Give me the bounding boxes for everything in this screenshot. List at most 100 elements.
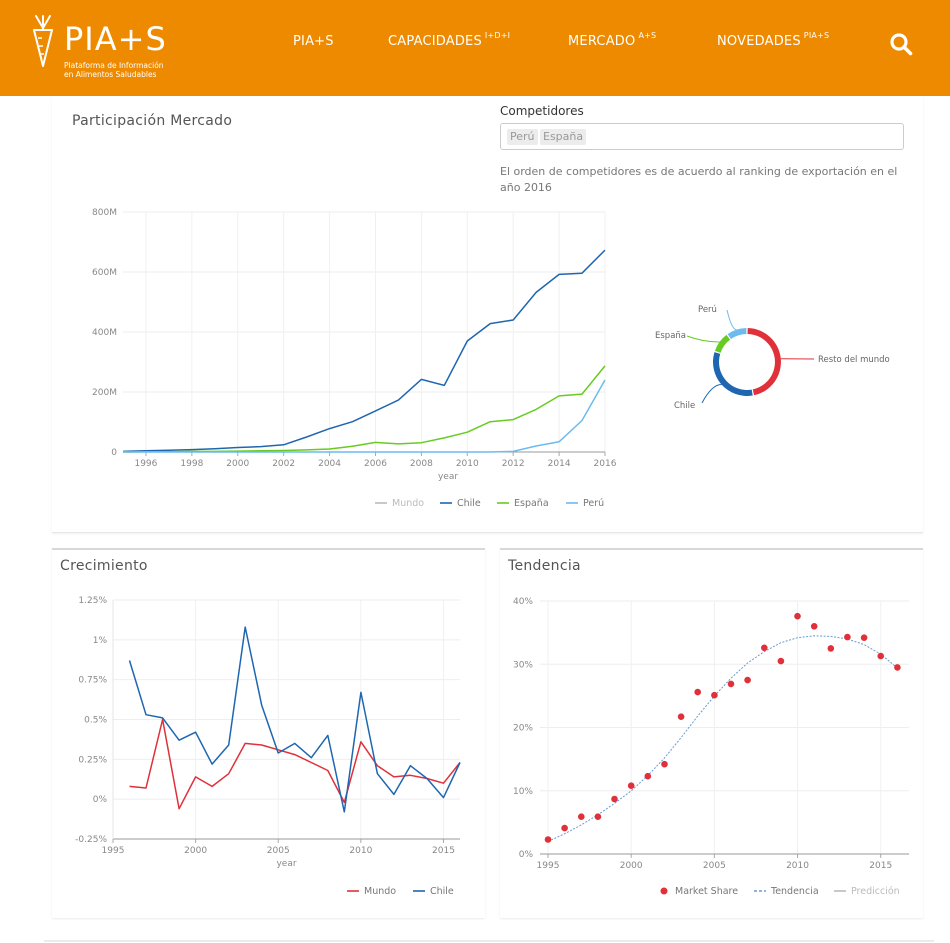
logo-subtitle: Plataforma de Información en Alimentos S… bbox=[64, 61, 194, 79]
market-share-point bbox=[694, 688, 701, 696]
nav-mercado[interactable]: MERCADO A+S bbox=[568, 31, 657, 49]
market-share-point bbox=[844, 633, 851, 641]
market-share-panel: Participación Mercado Competidores Perú … bbox=[52, 96, 923, 533]
series-line-chile bbox=[122, 249, 606, 453]
x-tick-label: 2006 bbox=[364, 459, 387, 469]
market-share-point bbox=[810, 623, 818, 630]
nav-label: MERCADO bbox=[568, 34, 636, 49]
x-tick-label: 2014 bbox=[548, 459, 571, 469]
y-tick-label: 0.25% bbox=[78, 755, 107, 765]
y-tick-label: 800M bbox=[92, 208, 117, 218]
nav-label: PIA+S bbox=[293, 34, 334, 49]
market-share-point bbox=[761, 644, 768, 652]
nav-superscript: A+S bbox=[638, 31, 657, 40]
logo-subtitle-line: Plataforma de Información bbox=[64, 61, 164, 70]
market-share-line-chart: 0 200M 400M 600M 800M 1996 1998 2000 2002 2004 200… bbox=[92, 208, 617, 509]
legend-label: Chile bbox=[457, 498, 481, 509]
market-share-point bbox=[744, 676, 751, 684]
growth-panel: Crecimiento -0.25% 0% 0.25% 0.5% 0.75% 1% 1.25… bbox=[52, 548, 485, 918]
site-header: PIA+S Plataforma de Información en Alime… bbox=[0, 0, 950, 96]
series-line-mundo bbox=[129, 718, 461, 810]
nav-label: CAPACIDADES bbox=[388, 34, 482, 49]
y-tick-label: 600M bbox=[92, 268, 117, 278]
nav-capacidades[interactable]: CAPACIDADES I+D+I bbox=[388, 31, 511, 49]
x-tick-label: 1998 bbox=[180, 459, 203, 469]
carrot-icon bbox=[33, 15, 53, 67]
x-tick-label: 2010 bbox=[456, 459, 479, 469]
legend-marker bbox=[660, 887, 668, 895]
y-tick-label: 1% bbox=[93, 636, 108, 646]
search-icon[interactable] bbox=[889, 32, 913, 56]
page-bottom-divider bbox=[44, 940, 934, 942]
x-tick-label: 2008 bbox=[410, 459, 433, 469]
site-logo[interactable]: PIA+S Plataforma de Información en Alime… bbox=[28, 12, 188, 84]
market-share-point bbox=[860, 634, 868, 641]
y-tick-label: 10% bbox=[513, 787, 533, 797]
y-tick-label: 400M bbox=[92, 328, 117, 338]
nav-novedades[interactable]: NOVEDADES PIA+S bbox=[717, 31, 830, 49]
x-tick-label: 2000 bbox=[620, 861, 643, 871]
x-tick-label: 2015 bbox=[869, 861, 892, 871]
y-tick-label: 200M bbox=[92, 388, 117, 398]
nav-pias[interactable]: PIA+S bbox=[293, 34, 334, 49]
x-tick-label: 2002 bbox=[272, 459, 295, 469]
y-tick-label: 0 bbox=[111, 448, 117, 458]
y-tick-label: 20% bbox=[513, 724, 533, 734]
series-line-españa bbox=[122, 365, 606, 453]
market-share-point bbox=[827, 645, 835, 652]
trend-line bbox=[547, 635, 898, 842]
y-tick-label: 1.25% bbox=[78, 596, 107, 606]
legend-label: Mundo bbox=[364, 886, 396, 897]
market-share-point bbox=[561, 824, 568, 832]
x-tick-label: 2000 bbox=[226, 459, 249, 469]
x-tick-label: 1995 bbox=[537, 861, 560, 871]
y-tick-label: 0.5% bbox=[84, 716, 107, 726]
market-share-point bbox=[644, 772, 652, 780]
nav-label: NOVEDADES bbox=[717, 34, 801, 49]
market-share-point bbox=[661, 760, 668, 768]
legend-label: Perú bbox=[583, 498, 604, 509]
x-tick-label: 2015 bbox=[432, 846, 455, 856]
y-tick-label: 0% bbox=[93, 795, 108, 805]
x-tick-label: 2005 bbox=[703, 861, 726, 871]
nav-superscript: PIA+S bbox=[803, 31, 830, 40]
x-tick-label: 1995 bbox=[102, 846, 125, 856]
market-share-point bbox=[677, 713, 685, 720]
y-tick-label: -0.25% bbox=[75, 835, 107, 845]
market-share-point bbox=[794, 612, 801, 620]
x-tick-label: 2000 bbox=[184, 846, 207, 856]
legend-label: Market Share bbox=[675, 886, 738, 897]
market-share-point bbox=[711, 691, 718, 699]
x-axis-label: year bbox=[438, 472, 458, 482]
market-share-point bbox=[777, 657, 785, 665]
x-axis-label: year bbox=[276, 859, 296, 869]
x-tick-label: 2012 bbox=[502, 459, 525, 469]
nav-superscript: I+D+I bbox=[484, 31, 511, 40]
y-tick-label: 0.75% bbox=[78, 676, 107, 686]
logo-subtitle-line: en Alimentos Saludables bbox=[64, 70, 157, 79]
market-share-point bbox=[611, 795, 618, 803]
x-tick-label: 2016 bbox=[594, 459, 617, 469]
market-share-point bbox=[578, 813, 585, 820]
market-share-point bbox=[894, 664, 901, 671]
trend-panel: Tendencia 0% 10% 20% 30% 40% 1995 2000 2005 2010… bbox=[500, 548, 923, 918]
logo-title: PIA+S bbox=[64, 20, 167, 58]
legend-label: Mundo bbox=[392, 498, 424, 509]
market-share-point bbox=[627, 782, 635, 789]
market-share-point bbox=[594, 813, 602, 820]
market-share-point bbox=[727, 680, 735, 688]
y-tick-label: 40% bbox=[513, 597, 533, 607]
legend-label: España bbox=[514, 498, 549, 509]
y-tick-label: 0% bbox=[519, 850, 534, 860]
trend-scatter-chart: 0% 10% 20% 30% 40% 1995 2000 2005 2010 2015 Market… bbox=[513, 597, 909, 897]
legend-label: Predicción bbox=[851, 886, 900, 897]
market-share-point bbox=[877, 652, 884, 660]
x-tick-label: 2010 bbox=[786, 861, 809, 871]
x-tick-label: 2005 bbox=[267, 846, 290, 856]
y-tick-label: 30% bbox=[513, 660, 533, 670]
x-tick-label: 2004 bbox=[318, 459, 341, 469]
legend-label: Tendencia bbox=[770, 886, 819, 897]
legend-label: Chile bbox=[430, 886, 454, 897]
x-tick-label: 2010 bbox=[349, 846, 372, 856]
growth-line-chart: -0.25% 0% 0.25% 0.5% 0.75% 1% 1.25% 1995 2000 200… bbox=[75, 596, 461, 897]
